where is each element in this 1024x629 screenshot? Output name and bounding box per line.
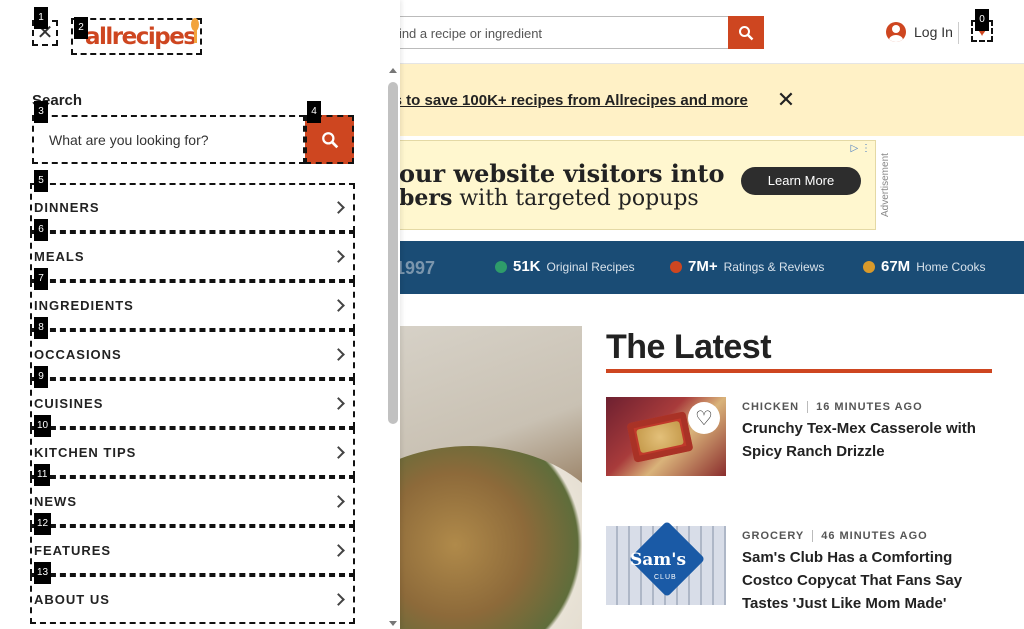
chevron-right-icon <box>332 348 345 361</box>
index-marker: 11 <box>34 464 51 486</box>
index-marker: 3 <box>34 101 48 123</box>
chevron-right-icon <box>332 495 345 508</box>
search-icon <box>739 25 754 40</box>
search-icon <box>321 131 338 148</box>
index-marker: 2 <box>74 17 88 39</box>
index-marker: 4 <box>307 101 321 123</box>
stat-ratings-reviews: 7M+ Ratings & Reviews <box>670 258 824 275</box>
index-marker: 0 <box>975 9 989 31</box>
article-image-sams-club[interactable]: Sam's CLUB <box>606 520 726 605</box>
ad-subline: bers with targeted popups <box>399 185 699 211</box>
nav-item-ingredients[interactable]: INGREDIENTS <box>30 281 355 330</box>
green-dot-icon <box>495 260 507 273</box>
spoon-icon <box>191 18 199 44</box>
index-marker: 5 <box>34 170 48 192</box>
index-marker: 10 <box>34 415 52 437</box>
index-marker: 7 <box>34 268 48 290</box>
stat-home-cooks: 67M Home Cooks <box>863 258 986 275</box>
nav-item-kitchen-tips[interactable]: KITCHEN TIPS <box>30 428 355 477</box>
allrecipes-logo[interactable]: allrecipes <box>71 18 202 55</box>
scrollbar-thumb[interactable] <box>388 82 398 424</box>
yellow-dot-icon <box>863 260 875 273</box>
header-search-field[interactable]: Find a recipe or ingredient <box>360 16 764 49</box>
nav-item-news[interactable]: NEWS <box>30 477 355 526</box>
login-link[interactable]: Log In <box>886 22 953 42</box>
orange-dot-icon <box>670 260 682 273</box>
nav-item-occasions[interactable]: OCCASIONS <box>30 330 355 379</box>
drawer-scrollbar[interactable] <box>386 66 400 629</box>
article-meta: GROCERY 46 MINUTES AGO <box>742 530 928 542</box>
header-search-placeholder: Find a recipe or ingredient <box>391 26 543 41</box>
article-category[interactable]: GROCERY <box>742 530 804 542</box>
chevron-right-icon <box>332 201 345 214</box>
navigation-drawer: ✕ allrecipes Search DINNERS MEALS INGRED… <box>0 0 400 629</box>
save-heart-icon[interactable]: ♡ <box>688 402 720 434</box>
index-marker: 1 <box>34 7 48 29</box>
nav-item-dinners[interactable]: DINNERS <box>30 183 355 232</box>
nav-item-features[interactable]: FEATURES <box>30 526 355 575</box>
nav-item-meals[interactable]: MEALS <box>30 232 355 281</box>
scroll-up-arrow-icon[interactable] <box>389 68 397 73</box>
logo-text: allrecipes <box>85 23 197 50</box>
latest-section-title: The Latest <box>606 328 772 366</box>
nav-item-about-us[interactable]: ABOUT US <box>30 575 355 624</box>
ad-headline: our website visitors into <box>399 159 725 188</box>
chevron-right-icon <box>332 544 345 557</box>
promo-link[interactable]: ipes to save 100K+ recipes from Allrecip… <box>372 92 748 109</box>
chevron-right-icon <box>332 299 345 312</box>
article-time: 16 MINUTES AGO <box>816 401 923 413</box>
article-meta: CHICKEN 16 MINUTES AGO <box>742 401 923 413</box>
latest-title-underline <box>606 369 992 373</box>
scroll-down-arrow-icon[interactable] <box>389 621 397 626</box>
login-label: Log In <box>914 24 953 40</box>
promo-close-icon[interactable]: ✕ <box>774 88 798 112</box>
article-time: 46 MINUTES AGO <box>821 530 928 542</box>
article-category[interactable]: CHICKEN <box>742 401 799 413</box>
hero-food-image[interactable] <box>380 326 582 629</box>
article-headline-link[interactable]: Crunchy Tex-Mex Casserole with Spicy Ran… <box>742 417 992 463</box>
advertisement-banner[interactable]: our website visitors into bers with targ… <box>380 140 876 230</box>
user-avatar-icon <box>886 22 906 42</box>
header-divider <box>958 22 959 44</box>
index-marker: 12 <box>34 513 52 535</box>
ad-choices-icon[interactable]: ▷ ⋮ <box>851 143 871 154</box>
sams-club-text: CLUB <box>654 574 677 581</box>
stat-original-recipes: 51K Original Recipes <box>495 258 635 275</box>
advertisement-label: Advertisement <box>880 153 891 217</box>
article-headline-link[interactable]: Sam's Club Has a Comforting Costco Copyc… <box>742 546 992 615</box>
index-marker: 6 <box>34 219 48 241</box>
chevron-right-icon <box>332 446 345 459</box>
sams-logo-text: Sam's <box>630 550 687 570</box>
ad-learn-more-button[interactable]: Learn More <box>741 167 861 195</box>
drawer-search-input[interactable] <box>32 115 305 164</box>
nav-item-cuisines[interactable]: CUISINES <box>30 379 355 428</box>
chevron-right-icon <box>332 250 345 263</box>
index-marker: 13 <box>34 562 52 584</box>
header-search-button[interactable] <box>728 16 764 49</box>
index-marker: 8 <box>34 317 48 339</box>
index-marker: 9 <box>34 366 48 388</box>
chevron-right-icon <box>332 593 345 606</box>
chevron-right-icon <box>332 397 345 410</box>
